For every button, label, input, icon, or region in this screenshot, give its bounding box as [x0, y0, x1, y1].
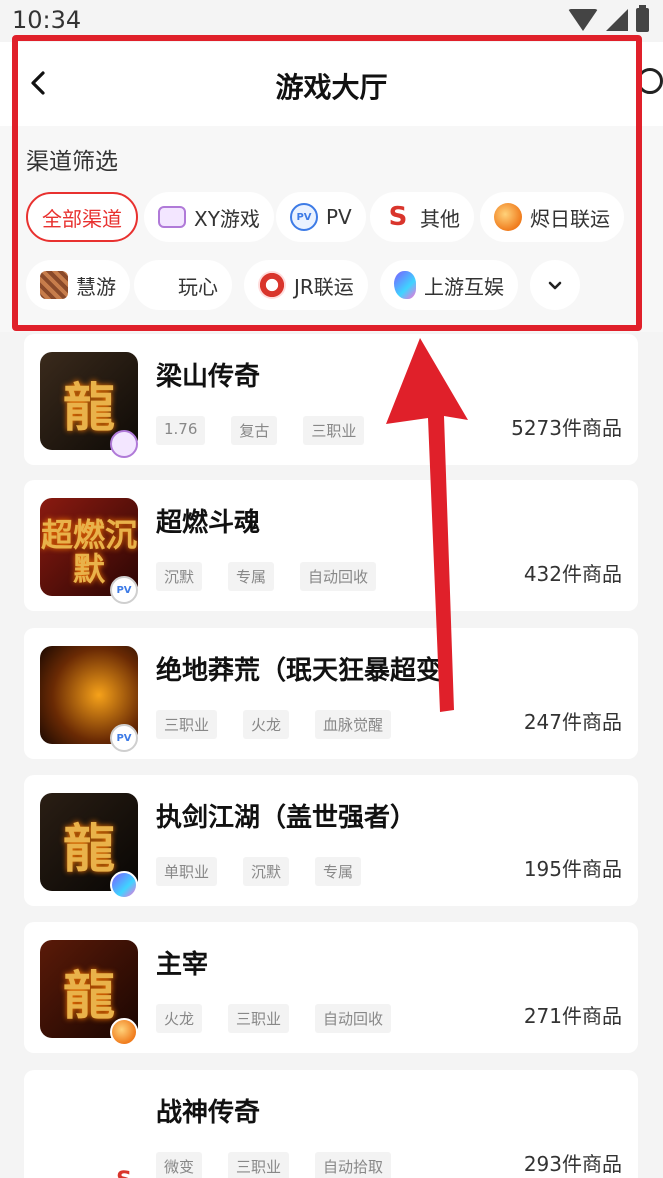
game-tag: 1.76: [156, 416, 206, 445]
game-tags: 微变 三职业 自动拾取: [156, 1152, 392, 1178]
product-count: 271件商品: [523, 1004, 622, 1028]
up-arrow-annotation-icon: [386, 338, 468, 712]
shangyou-badge-icon: [110, 871, 138, 899]
game-tag: 复古: [231, 416, 278, 445]
game-tag: 火龙: [156, 1004, 203, 1033]
pv-badge-icon: PV: [110, 576, 138, 604]
product-count: 293件商品: [523, 1152, 622, 1176]
product-count: 195件商品: [523, 857, 622, 881]
highlight-annotation-box: [12, 35, 642, 331]
game-icon: [40, 1088, 138, 1178]
game-tag: 自动回收: [300, 562, 377, 591]
game-tags: 沉默 专属 自动回收: [156, 562, 377, 591]
game-name: 主宰: [156, 950, 209, 980]
game-tag: 三职业: [228, 1004, 290, 1033]
game-tags: 火龙 三职业 自动回收: [156, 1004, 392, 1033]
game-name: 梁山传奇: [156, 362, 261, 392]
game-tag: 三职业: [228, 1152, 290, 1178]
game-tag: 专属: [315, 857, 362, 886]
game-name: 战神传奇: [156, 1098, 261, 1128]
game-tag: 三职业: [303, 416, 365, 445]
product-count: 5273件商品: [511, 416, 622, 440]
product-count: 247件商品: [523, 710, 622, 734]
game-card[interactable]: 龍 执剑江湖（盖世强者） 单职业 沉默 专属 195件商品: [24, 775, 638, 906]
game-tag: 火龙: [243, 710, 290, 739]
game-card[interactable]: 龍 主宰 火龙 三职业 自动回收 271件商品: [24, 922, 638, 1053]
game-tag: 沉默: [243, 857, 290, 886]
game-card[interactable]: PV 绝地莽荒（珉天狂暴超变） 三职业 火龙 血脉觉醒 247件商品: [24, 628, 638, 759]
game-tag: 三职业: [156, 710, 218, 739]
game-name: 超燃斗魂: [156, 508, 261, 538]
pv-badge-icon: PV: [110, 724, 138, 752]
game-card[interactable]: 龍 梁山传奇 1.76 复古 三职业 5273件商品: [24, 334, 638, 465]
game-tag: 专属: [228, 562, 275, 591]
status-time: 10:34: [12, 6, 82, 34]
gamepad-badge-icon: [110, 430, 138, 458]
game-tag: 单职业: [156, 857, 218, 886]
battery-icon: [636, 5, 649, 32]
wifi-icon: [568, 9, 598, 31]
game-tags: 单职业 沉默 专属: [156, 857, 362, 886]
product-count: 432件商品: [523, 562, 622, 586]
game-tag: 沉默: [156, 562, 203, 591]
game-tags: 三职业 火龙 血脉觉醒: [156, 710, 392, 739]
game-card[interactable]: 超燃沉默 PV 超燃斗魂 沉默 专属 自动回收 432件商品: [24, 480, 638, 611]
status-icons: [568, 5, 649, 32]
game-tag: 自动回收: [315, 1004, 392, 1033]
game-tags: 1.76 复古 三职业: [156, 416, 365, 445]
game-card[interactable]: S 战神传奇 微变 三职业 自动拾取 293件商品: [24, 1070, 638, 1178]
game-tag: 自动拾取: [315, 1152, 392, 1178]
sun-badge-icon: [110, 1018, 138, 1046]
game-name: 执剑江湖（盖世强者）: [156, 803, 417, 833]
game-tag: 微变: [156, 1152, 203, 1178]
signal-icon: [606, 9, 628, 31]
